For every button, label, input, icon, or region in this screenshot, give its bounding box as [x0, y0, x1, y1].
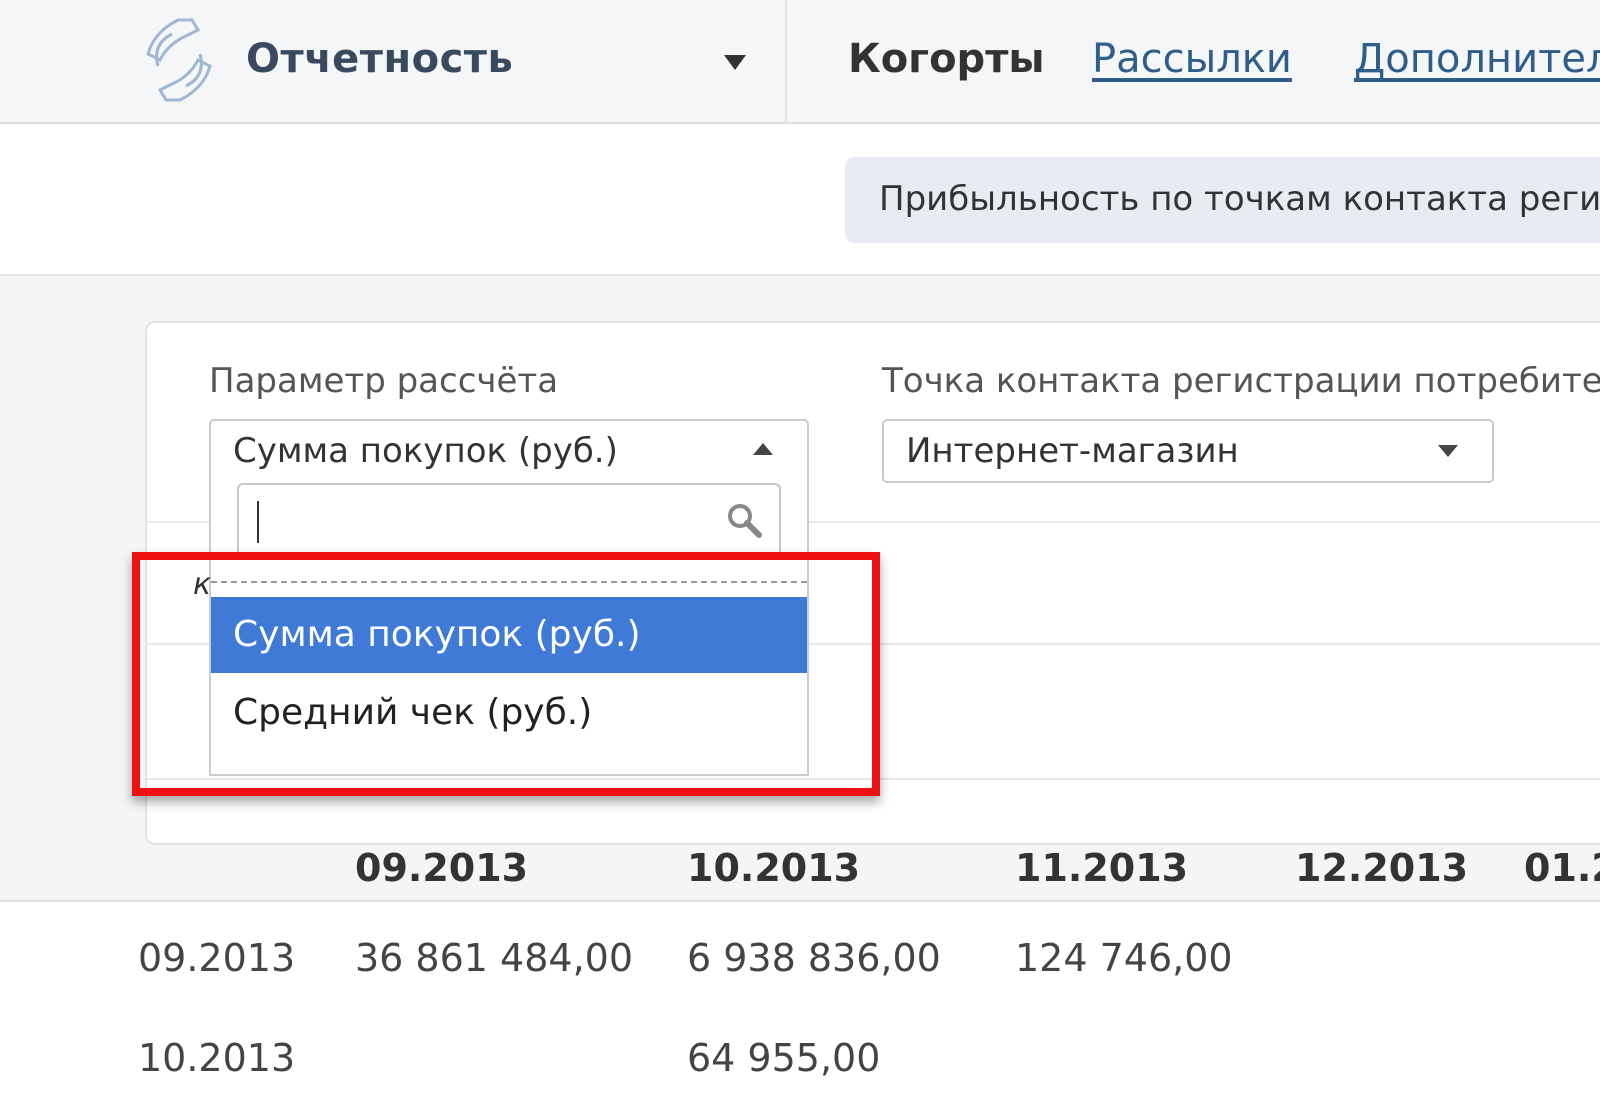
table-cell: 36 861 484,00: [355, 936, 634, 980]
contact-point-label: Точка контакта регистрации потребителя: [882, 361, 1600, 401]
chevron-up-icon: [753, 443, 773, 455]
table-cell: 64 955,00: [687, 1036, 881, 1080]
app-menu-chevron-icon[interactable]: [724, 55, 746, 70]
table-cell: 6 938 836,00: [687, 936, 941, 980]
param-select[interactable]: Сумма покупок (руб.): [209, 419, 809, 481]
main-content: Параметр рассчёта Точка контакта регистр…: [0, 276, 1600, 1096]
table-row-label: 10.2013: [138, 1036, 296, 1080]
contact-point-select[interactable]: Интернет-магазин: [882, 419, 1494, 483]
table-column-header: 09.2013: [355, 846, 529, 890]
nav-item-mailings[interactable]: Рассылки: [1092, 36, 1292, 82]
highlight-annotation: [132, 552, 880, 796]
chevron-down-icon: [1438, 445, 1458, 457]
table-column-header: 11.2013: [1015, 846, 1189, 890]
report-tab[interactable]: Прибыльность по точкам контакта регист: [845, 157, 1600, 243]
report-bar: Прибыльность по точкам контакта регист: [0, 124, 1600, 276]
table-row-label: 09.2013: [138, 936, 296, 980]
table-header-divider: [0, 900, 1600, 902]
table-column-header: 12.2013: [1295, 846, 1469, 890]
table-cell: 124 746,00: [1015, 936, 1233, 980]
page: Отчетность Когорты Рассылки Дополнител П…: [0, 0, 1600, 1096]
dropdown-search-input[interactable]: [237, 483, 781, 559]
table-column-header: 01.2: [1524, 846, 1600, 890]
header-divider: [785, 0, 787, 122]
nav-item-additional[interactable]: Дополнител: [1354, 36, 1600, 82]
search-icon: [728, 504, 762, 538]
logo-icon: [146, 18, 212, 102]
table-column-header: 10.2013: [687, 846, 861, 890]
top-header: Отчетность Когорты Рассылки Дополнител: [0, 0, 1600, 124]
nav-item-cohorts[interactable]: Когорты: [848, 36, 1045, 82]
app-title[interactable]: Отчетность: [246, 36, 513, 82]
param-label: Параметр рассчёта: [209, 361, 559, 401]
param-select-value: Сумма покупок (руб.): [233, 431, 618, 471]
text-cursor: [257, 501, 259, 543]
contact-point-value: Интернет-магазин: [906, 431, 1239, 471]
report-tab-title: Прибыльность по точкам контакта регист: [879, 179, 1600, 219]
